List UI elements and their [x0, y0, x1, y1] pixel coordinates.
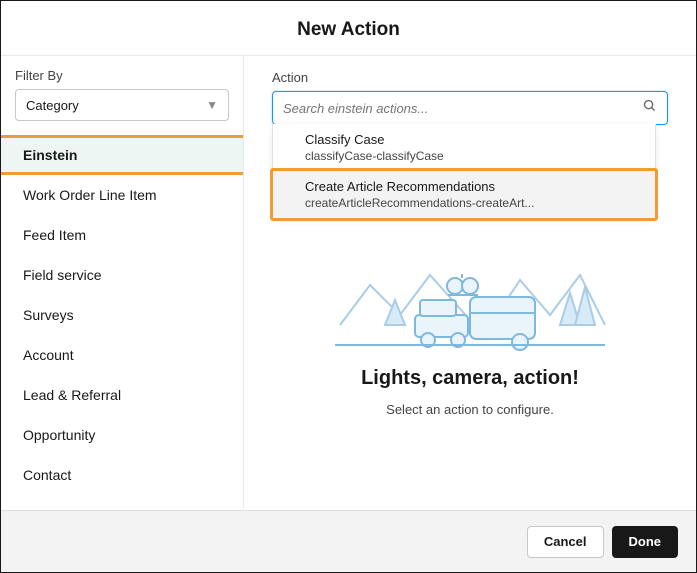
sidebar-item-field-service[interactable]: Field service — [1, 255, 243, 295]
category-list: Einstein Work Order Line Item Feed Item … — [1, 135, 243, 508]
empty-illustration-icon — [330, 245, 610, 355]
done-button[interactable]: Done — [612, 526, 679, 558]
sidebar-item-contact[interactable]: Contact — [1, 455, 243, 495]
main-panel: Action Classify Case classifyCase-classi… — [244, 56, 696, 508]
action-label: Action — [272, 70, 668, 85]
sidebar-item-opportunity[interactable]: Opportunity — [1, 415, 243, 455]
sidebar-item-work-order-line-item[interactable]: Work Order Line Item — [1, 175, 243, 215]
filter-sidebar: Filter By Category ▼ Einstein Work Order… — [1, 56, 244, 508]
sidebar-item-surveys[interactable]: Surveys — [1, 295, 243, 335]
sidebar-item-asset[interactable]: Asset — [1, 495, 243, 508]
dropdown-item-sub: classifyCase-classifyCase — [305, 149, 623, 163]
category-select[interactable]: Category ▼ — [15, 89, 229, 121]
dialog-title: New Action — [1, 19, 696, 41]
dropdown-item-sub: createArticleRecommendations-createArt..… — [305, 196, 623, 210]
empty-state-title: Lights, camera, action! — [272, 367, 668, 390]
dropdown-item-create-article-recommendations[interactable]: Create Article Recommendations createArt… — [270, 168, 658, 221]
search-icon — [642, 98, 657, 118]
dialog-header: New Action — [1, 1, 696, 56]
action-dropdown: Classify Case classifyCase-classifyCase … — [272, 124, 656, 219]
sidebar-item-feed-item[interactable]: Feed Item — [1, 215, 243, 255]
cancel-button[interactable]: Cancel — [527, 526, 604, 558]
sidebar-item-account[interactable]: Account — [1, 335, 243, 375]
category-select-value: Category — [26, 98, 79, 113]
dropdown-item-title: Classify Case — [305, 132, 623, 147]
dialog-footer: Cancel Done — [1, 510, 696, 572]
sidebar-item-einstein[interactable]: Einstein — [1, 135, 244, 175]
empty-state: Lights, camera, action! Select an action… — [272, 245, 668, 417]
empty-state-subtitle: Select an action to configure. — [272, 402, 668, 417]
chevron-down-icon: ▼ — [206, 98, 218, 112]
filter-by-label: Filter By — [1, 68, 243, 89]
dropdown-item-classify-case[interactable]: Classify Case classifyCase-classifyCase — [273, 124, 655, 171]
action-search-input[interactable] — [283, 101, 642, 116]
dialog-body: Filter By Category ▼ Einstein Work Order… — [1, 56, 696, 508]
dropdown-item-title: Create Article Recommendations — [305, 179, 623, 194]
action-search-box[interactable] — [272, 91, 668, 125]
sidebar-item-lead-referral[interactable]: Lead & Referral — [1, 375, 243, 415]
